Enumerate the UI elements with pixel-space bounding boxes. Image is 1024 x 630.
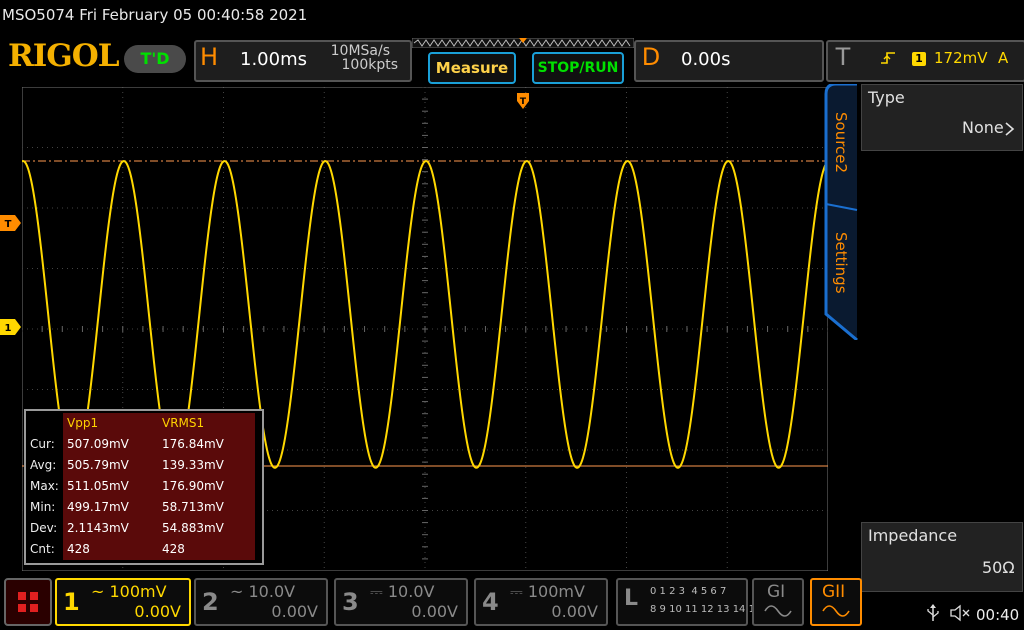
logic-channels-row2: 8 9 10 11 12 13 14 15 [650,604,762,615]
channel3-panel[interactable]: 3 ⎓ 10.0V 0.00V [334,578,468,626]
type-value: None [962,118,1004,137]
measurement-row: Avg: 505.79mV 139.33mV [26,455,262,476]
measurement-row: Dev: 2.1143mV 54.883mV [26,518,262,539]
horizontal-label: H [199,43,219,71]
vpp-header: Vpp1 [63,413,159,434]
measurement-row: Cur: 507.09mV 176.84mV [26,434,262,455]
vpp-value: 2.1143mV [63,518,159,539]
channel1-offset: 0.00V [134,602,181,621]
vpp-value: 507.09mV [63,434,159,455]
rising-edge-icon [881,52,895,64]
generator2-button[interactable]: GII [810,578,862,626]
channel1-offset-marker[interactable]: 1 [0,319,22,335]
row-label: Max: [30,479,59,493]
status-line: MSO5074 Fri February 05 00:40:58 2021 [2,6,308,24]
svg-text:1: 1 [5,323,12,334]
vrms-value: 58.713mV [159,497,255,518]
measurement-header-row: Vpp1 VRMS1 [26,413,262,434]
vpp-value: 511.05mV [63,476,159,497]
svg-text:Settings: Settings [832,232,850,294]
generator1-button[interactable]: GI [752,578,804,626]
vpp-value: 499.17mV [63,497,159,518]
sine-wave-icon [764,605,792,617]
channel4-number: 4 [482,588,499,616]
channel4-scale: ⎓ 100mV [510,582,585,601]
row-label: Cnt: [30,542,55,556]
channel4-offset: 0.00V [551,602,598,621]
row-label: Avg: [30,458,57,472]
coupling-ac-icon: ~ [230,582,244,601]
logic-analyzer-panel[interactable]: L 0 1 2 3 4 5 6 7 8 9 10 11 12 13 14 15 [616,578,761,626]
vpp-value: 428 [63,539,159,560]
trigger-mode: A [998,49,1009,67]
vrms-value: 176.90mV [159,476,255,497]
coupling-dc-icon: ⎓ [510,582,523,601]
measurement-row: Max: 511.05mV 176.90mV [26,476,262,497]
row-label: Dev: [30,521,58,535]
trigger-level: 172mV [934,49,988,67]
sine-wave-icon [822,605,850,617]
coupling-ac-icon: ~ [91,582,105,601]
measurement-row: Min: 499.17mV 58.713mV [26,497,262,518]
channel4-panel[interactable]: 4 ⎓ 100mV 0.00V [474,578,608,626]
generator1-label: GI [767,582,786,602]
impedance-label: Impedance [868,526,958,545]
generator2-label: GII [822,582,846,602]
logic-channels-row1: 0 1 2 3 4 5 6 7 [650,586,727,597]
vpp-value: 505.79mV [63,455,159,476]
delay-value: 0.00s [681,49,731,70]
vrms-value: 54.883mV [159,518,255,539]
channel3-number: 3 [342,588,359,616]
stop-run-button[interactable]: STOP/RUN [532,52,624,84]
impedance-value: 50Ω [982,558,1015,577]
rigol-logo: RIGOL [8,38,120,74]
grid-menu-icon [18,592,38,612]
measurement-row: Cnt: 428 428 [26,539,262,560]
type-label: Type [868,88,905,107]
svg-text:T: T [520,97,527,107]
tab-source2[interactable]: Source2 [826,108,856,198]
channel1-number: 1 [63,588,80,616]
coupling-dc-icon: ⎓ [370,582,383,601]
trigger-source-badge: 1 [912,52,926,66]
trigger-label: T [835,43,851,71]
row-label: Min: [30,500,56,514]
memory-position-strip [412,38,634,48]
trigger-level-marker[interactable]: T [0,215,22,231]
channel2-offset: 0.00V [271,602,318,621]
svg-text:T: T [5,219,12,230]
channel1-scale: ~ 100mV [91,582,167,601]
channel2-scale: ~ 10.0V [230,582,296,601]
measurement-table: Vpp1 VRMS1 Cur: 507.09mV 176.84mV Avg: 5… [24,409,264,565]
memory-depth: 100kpts [341,57,399,73]
speaker-muted-icon[interactable] [950,604,972,622]
measure-button[interactable]: Measure [428,52,516,84]
svg-text:Source2: Source2 [832,112,850,173]
vrms-value: 428 [159,539,255,560]
channel2-panel[interactable]: 2 ~ 10.0V 0.00V [194,578,328,626]
channel1-panel[interactable]: 1 ~ 100mV 0.00V [55,578,191,626]
tab-settings[interactable]: Settings [826,228,856,304]
home-menu-button[interactable] [4,578,52,626]
delay-label: D [641,43,661,71]
vrms-value: 139.33mV [159,455,255,476]
timebase-value: 1.00ms [240,49,307,70]
row-label: Cur: [30,437,55,451]
channel2-number: 2 [202,588,219,616]
logic-label: L [624,586,639,611]
channel3-offset: 0.00V [411,602,458,621]
chevron-right-icon [1005,122,1015,136]
vrms-header: VRMS1 [159,413,255,434]
system-clock: 00:40 [976,606,1020,624]
acquisition-mode-badge[interactable]: T'D [124,45,186,73]
channel3-scale: ⎓ 10.0V [370,582,435,601]
vrms-value: 176.84mV [159,434,255,455]
usb-icon [927,604,939,621]
